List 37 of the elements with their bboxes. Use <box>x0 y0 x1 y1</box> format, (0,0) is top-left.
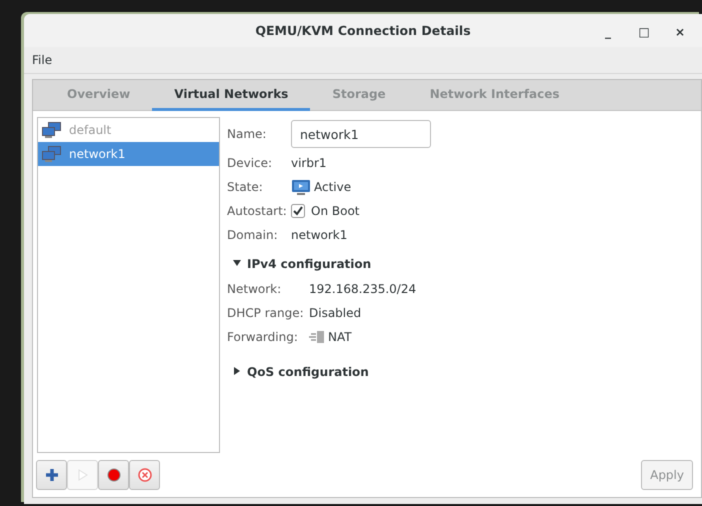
minimize-button[interactable]: _ <box>592 25 624 39</box>
field-value: 192.168.235.0/24 <box>309 282 416 296</box>
field-label: Autostart: <box>227 204 288 218</box>
add-icon <box>46 469 58 481</box>
delete-icon <box>138 468 152 482</box>
network-icon <box>41 145 63 163</box>
record-icon <box>106 468 120 482</box>
section-expander[interactable]: IPv4 configuration <box>233 251 431 277</box>
maximize-button[interactable]: □ <box>628 25 660 39</box>
close-button[interactable]: × <box>664 25 696 39</box>
field-label: Name: <box>227 127 268 141</box>
field-value: On Boot <box>311 204 360 218</box>
window-title: QEMU/KVM Connection Details <box>255 23 471 38</box>
field-value: Disabled <box>309 306 362 320</box>
play-icon <box>78 469 88 481</box>
field-value: network1 <box>291 228 348 242</box>
section-expander[interactable]: QoS configuration <box>233 359 431 385</box>
name-field[interactable]: network1 <box>291 120 431 148</box>
menu-item[interactable]: File <box>32 53 52 68</box>
field-value: Active <box>314 180 352 194</box>
field-value: NAT <box>328 330 352 344</box>
field-label: Device: <box>227 156 274 170</box>
field-label: Domain: <box>227 228 279 242</box>
field-label: Forwarding: <box>227 330 299 344</box>
add-button[interactable] <box>36 460 67 490</box>
network-icon <box>41 121 63 139</box>
stop-button[interactable] <box>98 460 129 490</box>
delete-button[interactable] <box>129 460 160 490</box>
field-value: virbr1 <box>291 156 327 170</box>
nat-icon <box>309 330 325 344</box>
tab[interactable]: Virtual Networks <box>152 80 310 111</box>
checkbox[interactable] <box>291 204 305 218</box>
monitor-icon <box>291 178 311 196</box>
field-label: Network: <box>227 282 282 296</box>
field-label: State: <box>227 180 264 194</box>
field-label: DHCP range: <box>227 306 305 320</box>
collapsed-triangle-icon <box>233 366 241 378</box>
